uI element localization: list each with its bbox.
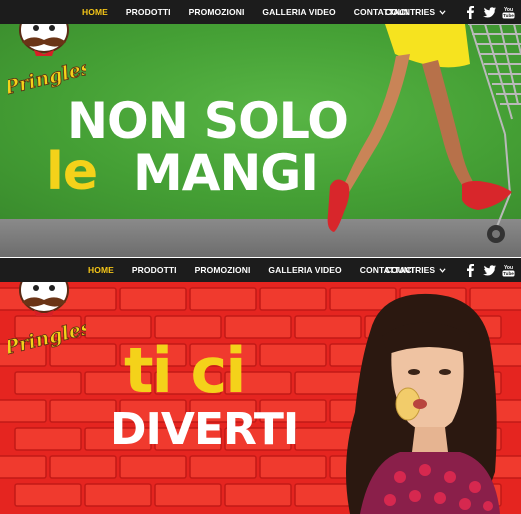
facebook-icon[interactable]: [464, 263, 477, 277]
headline-2-line-2: DIVERTI: [110, 404, 299, 455]
chevron-down-icon: [439, 267, 446, 273]
countries-label: COUNTRIES: [384, 7, 435, 17]
headline-line-2: MANGI: [133, 144, 319, 202]
main-navigation: HOME PRODOTTI PROMOZIONI GALLERIA VIDEO …: [0, 258, 521, 282]
nav-utilities: COUNTRIES You Tube: [385, 258, 515, 282]
woman-with-chip-illustration: [346, 293, 500, 514]
hero-banner-1: Pringles NON SOLO le MANGI HOME PRODOTTI…: [0, 0, 521, 257]
headline-line-2-accent: le: [46, 142, 98, 202]
countries-label: COUNTRIES: [384, 265, 435, 275]
twitter-icon[interactable]: [483, 264, 496, 277]
facebook-icon[interactable]: [464, 5, 477, 19]
logo-wordmark: Pringles: [8, 317, 86, 360]
countries-dropdown[interactable]: COUNTRIES: [385, 7, 446, 17]
svg-text:Tube: Tube: [503, 13, 514, 18]
headline-line-1: NON SOLO: [67, 92, 349, 150]
nav-item-galleria-video[interactable]: GALLERIA VIDEO: [268, 265, 341, 275]
youtube-icon[interactable]: You Tube: [502, 264, 515, 277]
nav-menu: HOME PRODOTTI PROMOZIONI GALLERIA VIDEO …: [88, 258, 432, 282]
svg-text:Tube: Tube: [503, 271, 514, 276]
nav-item-home[interactable]: HOME: [88, 265, 114, 275]
nav-item-prodotti[interactable]: PRODOTTI: [132, 265, 177, 275]
countries-dropdown[interactable]: COUNTRIES: [385, 265, 446, 275]
chevron-down-icon: [439, 9, 446, 15]
nav-menu: HOME PRODOTTI PROMOZIONI GALLERIA VIDEO …: [82, 0, 426, 24]
twitter-icon[interactable]: [483, 6, 496, 19]
nav-item-home[interactable]: HOME: [82, 7, 108, 17]
nav-utilities: COUNTRIES You Tube: [385, 0, 515, 24]
nav-item-promozioni[interactable]: PROMOZIONI: [195, 265, 251, 275]
svg-text:You: You: [504, 7, 513, 13]
youtube-icon[interactable]: You Tube: [502, 6, 515, 19]
nav-item-promozioni[interactable]: PROMOZIONI: [189, 7, 245, 17]
headline-2-line-1: ti ci: [124, 334, 246, 407]
nav-item-prodotti[interactable]: PRODOTTI: [126, 7, 171, 17]
svg-text:You: You: [504, 265, 513, 271]
hero-banner-2: Pringles HOME PRODOTTI PROMOZIONI GALLER…: [0, 258, 521, 514]
main-navigation: HOME PRODOTTI PROMOZIONI GALLERIA VIDEO …: [0, 0, 521, 24]
nav-item-galleria-video[interactable]: GALLERIA VIDEO: [262, 7, 335, 17]
